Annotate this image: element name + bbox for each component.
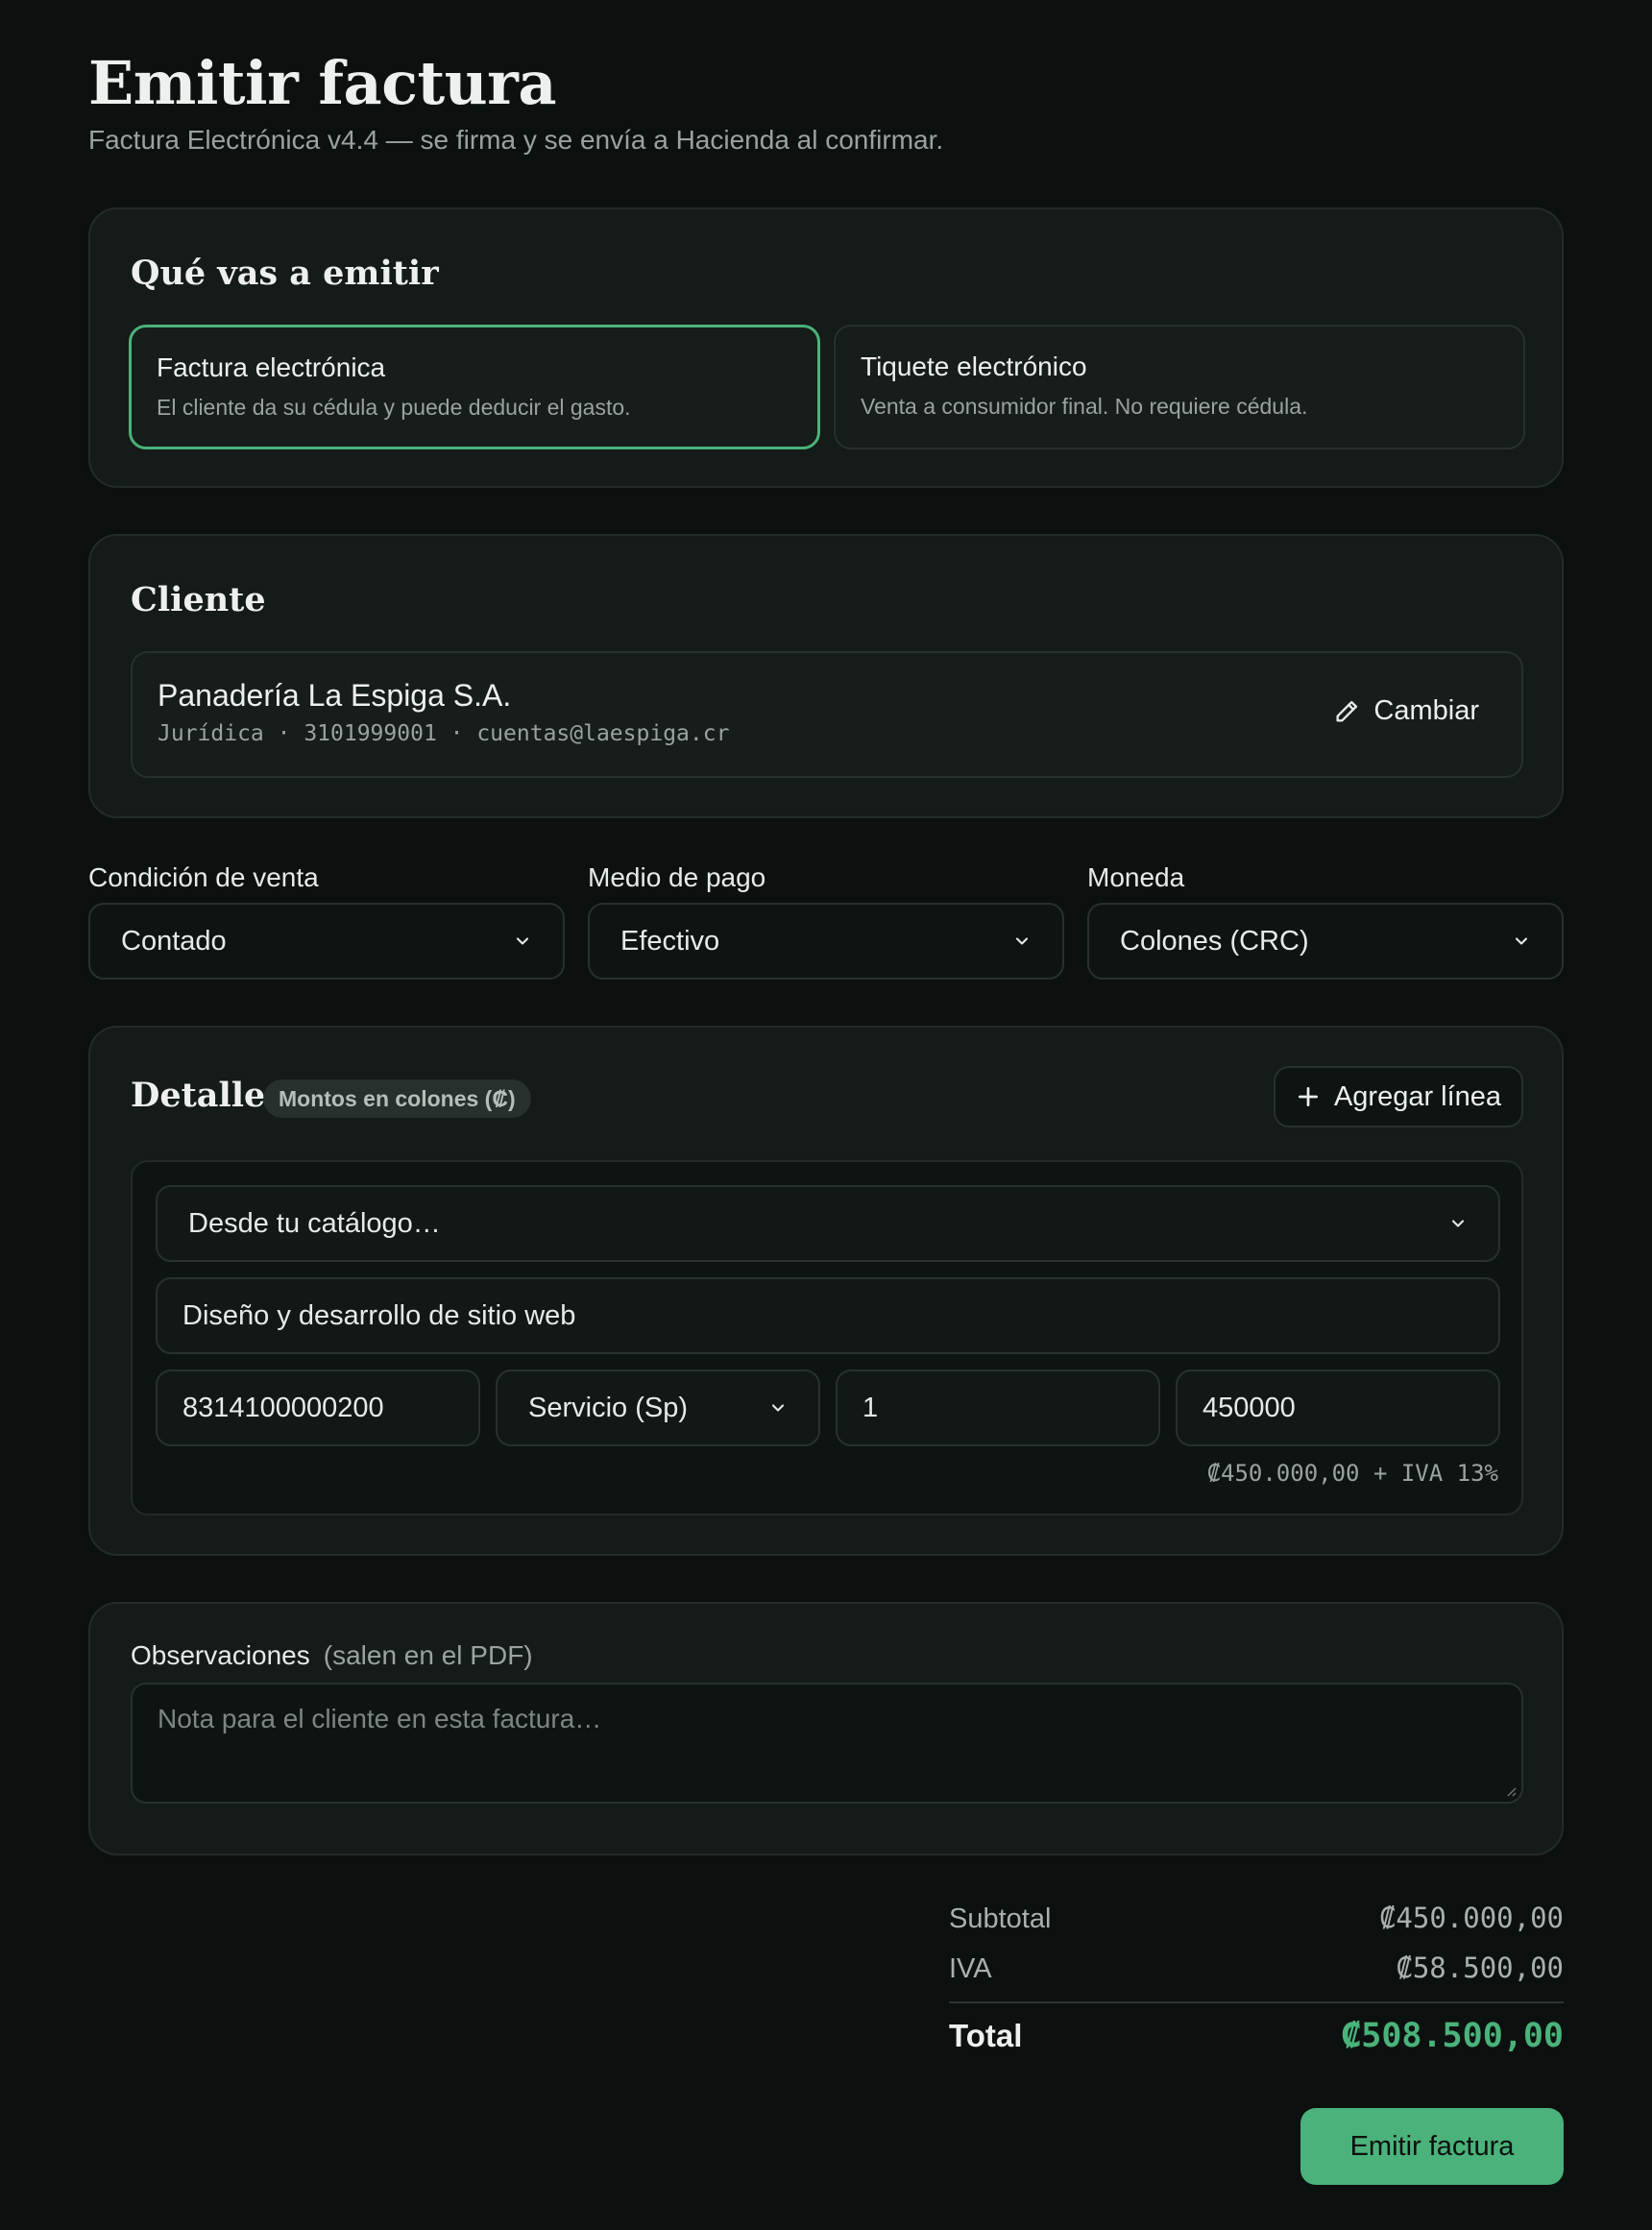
client-card: Cliente Panadería La Espiga S.A. Jurídic… [88,534,1564,818]
observations-hint: (salen en el PDF) [323,1640,533,1670]
page-title: Emitir factura [88,48,557,118]
page-subtitle: Factura Electrónica v4.4 — se firma y se… [88,125,944,155]
emit-invoice-page: Emitir factura Factura Electrónica v4.4 … [0,0,1652,2230]
pencil-icon [1336,700,1358,721]
line-summary: ₡450.000,00 + IVA 13% [1206,1460,1498,1487]
currency-badge: Montos en colones (₡) [263,1079,531,1118]
currency-select[interactable]: Colones (CRC) [1087,903,1564,980]
option-factura-electronica[interactable]: Factura electrónica El cliente da su céd… [129,325,820,449]
catalog-select[interactable]: Desde tu catálogo… [156,1185,1500,1262]
chevron-down-icon [1451,1220,1465,1227]
observations-label-wrap: Observaciones (salen en el PDF) [131,1640,533,1671]
catalog-select-value: Desde tu catálogo… [188,1207,441,1239]
document-type-card: Qué vas a emitir Factura electrónica El … [88,207,1564,488]
change-client-button[interactable]: Cambiar [1333,695,1479,727]
add-line-label: Agregar línea [1333,1080,1502,1112]
iva-value: ₡58.500,00 [1396,1951,1564,1984]
cabys-code-input[interactable]: 8314100000200 [156,1370,480,1446]
option-description: Venta a consumidor final. No requiere cé… [861,394,1308,419]
detail-title: Detalle [131,1076,266,1115]
subtotal-row: Subtotal ₡450.000,00 [949,1902,1564,1935]
chevron-down-icon [516,937,529,945]
client-meta: Jurídica · 3101999001 · cuentas@laespiga… [158,721,730,746]
subtotal-label: Subtotal [949,1903,1052,1934]
detail-card: Detalle Montos en colones (₡) Agregar lí… [88,1026,1564,1556]
currency-label: Moneda [1087,862,1185,892]
option-label: Tiquete electrónico [861,351,1087,381]
payment-method-label: Medio de pago [588,862,766,892]
observations-placeholder: Nota para el cliente en esta factura… [158,1704,602,1733]
total-value: ₡508.500,00 [1341,2017,1564,2055]
quantity-input[interactable]: 1 [836,1370,1160,1446]
totals-divider [949,2001,1564,2003]
chevron-down-icon [1515,937,1528,945]
iva-row: IVA ₡58.500,00 [949,1951,1564,1985]
client-title: Cliente [131,580,266,619]
change-client-label: Cambiar [1373,695,1479,726]
sale-condition-select[interactable]: Contado [88,903,565,980]
chevron-down-icon [771,1404,785,1412]
plus-icon [1298,1086,1318,1107]
sale-condition-label: Condición de venta [88,862,319,892]
subtotal-value: ₡450.000,00 [1378,1902,1564,1934]
unit-select[interactable]: Servicio (Sp) [496,1370,820,1446]
observations-card: Observaciones (salen en el PDF) Nota para… [88,1602,1564,1855]
payment-method-value: Efectivo [620,925,720,957]
option-tiquete-electronico[interactable]: Tiquete electrónico Venta a consumidor f… [834,325,1525,449]
total-label: Total [949,2018,1023,2053]
currency-value: Colones (CRC) [1120,925,1309,957]
invoice-line: Desde tu catálogo… Diseño y desarrollo d… [131,1160,1523,1515]
client-name: Panadería La Espiga S.A. [158,678,512,713]
line-description-input[interactable]: Diseño y desarrollo de sitio web [156,1277,1500,1354]
payment-method-select[interactable]: Efectivo [588,903,1064,980]
option-label: Factura electrónica [157,352,386,382]
observations-textarea[interactable]: Nota para el cliente en esta factura… [131,1683,1523,1804]
option-description: El cliente da su cédula y puede deducir … [157,395,631,420]
total-row: Total ₡508.500,00 [949,2017,1564,2055]
emit-invoice-button[interactable]: Emitir factura [1300,2108,1564,2185]
add-line-button[interactable]: Agregar línea [1274,1066,1523,1127]
chevron-down-icon [1015,937,1029,945]
client-summary: Panadería La Espiga S.A. Jurídica · 3101… [131,651,1523,778]
observations-label: Observaciones [131,1640,310,1670]
price-input[interactable]: 450000 [1176,1370,1500,1446]
iva-label: IVA [949,1953,992,1984]
resize-handle-icon[interactable] [1502,1782,1518,1798]
sale-condition-value: Contado [121,925,227,957]
unit-select-value: Servicio (Sp) [528,1392,688,1423]
document-type-title: Qué vas a emitir [131,254,439,293]
